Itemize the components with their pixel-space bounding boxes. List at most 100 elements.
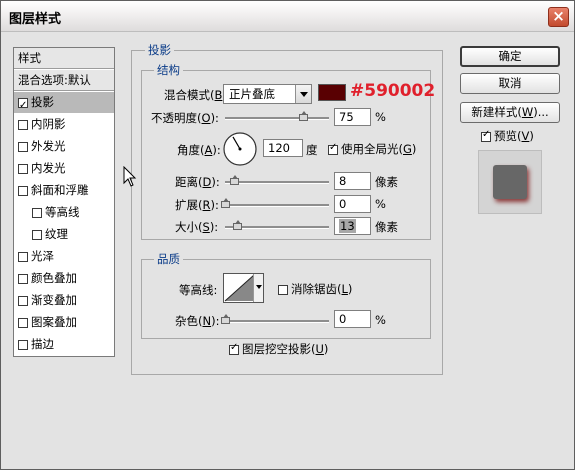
style-item-label: 内发光 bbox=[31, 161, 66, 175]
style-item-checkbox[interactable] bbox=[18, 142, 28, 152]
size-input[interactable]: 13 bbox=[334, 217, 371, 235]
contour-picker[interactable] bbox=[223, 273, 264, 303]
layer-style-dialog: 图层样式 × 样式 混合选项:默认 投影内阴影外发光内发光斜面和浮雕等高线纹理光… bbox=[0, 0, 575, 470]
dialog-title: 图层样式 bbox=[9, 12, 62, 27]
close-button[interactable]: × bbox=[548, 7, 569, 27]
style-item-label: 光泽 bbox=[31, 249, 54, 263]
style-item-label: 外发光 bbox=[31, 139, 66, 153]
use-global-light-check[interactable] bbox=[328, 142, 338, 155]
style-item[interactable]: 内阴影 bbox=[14, 114, 114, 135]
style-item[interactable]: 斜面和浮雕 bbox=[14, 180, 114, 201]
mouse-cursor-icon bbox=[123, 166, 137, 187]
size-unit: 像素 bbox=[375, 220, 398, 234]
angle-dial[interactable] bbox=[222, 131, 258, 167]
spread-unit: % bbox=[375, 197, 386, 211]
spread-slider-thumb[interactable] bbox=[221, 198, 230, 208]
contour-dropdown-arrow[interactable] bbox=[253, 274, 263, 302]
style-item-checkbox[interactable] bbox=[18, 274, 28, 284]
cancel-button[interactable]: 取消 bbox=[460, 73, 560, 94]
spread-slider-track[interactable] bbox=[225, 204, 329, 207]
angle-label: 角度(A): bbox=[177, 143, 221, 157]
new-style-button[interactable]: 新建样式(W)... bbox=[460, 102, 560, 123]
style-item-label: 内阴影 bbox=[31, 117, 66, 131]
noise-slider-thumb[interactable] bbox=[221, 314, 230, 324]
size-slider-thumb[interactable] bbox=[233, 220, 242, 230]
opacity-slider-track[interactable] bbox=[225, 117, 329, 120]
noise-slider-track[interactable] bbox=[225, 320, 329, 323]
blend-mode-label: 混合模式(B): bbox=[164, 88, 231, 102]
blending-options-item[interactable]: 混合选项:默认 bbox=[14, 70, 114, 91]
style-item-checkbox[interactable] bbox=[18, 296, 28, 306]
style-item-checkbox[interactable] bbox=[18, 318, 28, 328]
style-item-label: 描边 bbox=[31, 337, 54, 351]
size-label: 大小(S): bbox=[175, 220, 219, 234]
blend-mode-select[interactable]: 正片叠底 bbox=[223, 84, 312, 104]
distance-unit: 像素 bbox=[375, 175, 398, 189]
distance-slider-thumb[interactable] bbox=[230, 175, 239, 185]
style-item-label: 纹理 bbox=[45, 227, 68, 241]
style-item-checkbox[interactable] bbox=[18, 120, 28, 130]
style-item-label: 颜色叠加 bbox=[31, 271, 77, 285]
shadow-color-hex: #590002 bbox=[350, 81, 436, 101]
distance-label: 距离(D): bbox=[175, 175, 220, 189]
style-item[interactable]: 描边 bbox=[14, 334, 114, 355]
angle-input[interactable]: 120 bbox=[263, 139, 303, 157]
contour-label: 等高线: bbox=[179, 283, 218, 297]
style-item[interactable]: 纹理 bbox=[14, 224, 114, 245]
layer-knockout-checkbox[interactable]: 图层挖空投影(U) bbox=[229, 341, 328, 357]
style-item-checkbox[interactable] bbox=[32, 208, 42, 218]
style-item-label: 斜面和浮雕 bbox=[31, 183, 89, 197]
preview-check[interactable] bbox=[481, 129, 491, 142]
styles-list: 样式 混合选项:默认 投影内阴影外发光内发光斜面和浮雕等高线纹理光泽颜色叠加渐变… bbox=[13, 47, 115, 357]
shadow-color-swatch[interactable] bbox=[318, 84, 346, 101]
drop-shadow-title: 投影 bbox=[145, 42, 174, 58]
style-item-checkbox[interactable] bbox=[32, 230, 42, 240]
blend-mode-value: 正片叠底 bbox=[229, 87, 275, 101]
anti-alias-check[interactable] bbox=[278, 285, 288, 295]
anti-alias-checkbox[interactable]: 消除锯齿(L) bbox=[278, 281, 352, 297]
style-item-checkbox[interactable] bbox=[18, 164, 28, 174]
style-item[interactable]: 外发光 bbox=[14, 136, 114, 157]
spread-label: 扩展(R): bbox=[175, 198, 219, 212]
use-global-light-checkbox[interactable]: 使用全局光(G) bbox=[328, 141, 416, 157]
style-item-checkbox[interactable] bbox=[18, 340, 28, 350]
distance-input[interactable]: 8 bbox=[334, 172, 371, 190]
noise-unit: % bbox=[375, 313, 386, 327]
opacity-label: 不透明度(O): bbox=[151, 111, 219, 125]
style-item[interactable]: 图案叠加 bbox=[14, 312, 114, 333]
preview-swatch bbox=[493, 165, 527, 199]
style-item[interactable]: 等高线 bbox=[14, 202, 114, 223]
structure-title: 结构 bbox=[154, 62, 183, 78]
opacity-unit: % bbox=[375, 110, 386, 124]
style-item[interactable]: 内发光 bbox=[14, 158, 114, 179]
opacity-slider-thumb[interactable] bbox=[299, 111, 308, 121]
chevron-down-icon bbox=[256, 285, 262, 289]
preview-checkbox[interactable]: 预览(V) bbox=[481, 128, 534, 144]
noise-label: 杂色(N): bbox=[175, 314, 220, 328]
style-item-label: 图案叠加 bbox=[31, 315, 77, 329]
style-item-label: 等高线 bbox=[45, 205, 80, 219]
style-item[interactable]: 颜色叠加 bbox=[14, 268, 114, 289]
style-item-label: 渐变叠加 bbox=[31, 293, 77, 307]
quality-title: 品质 bbox=[154, 251, 183, 267]
style-item[interactable]: 渐变叠加 bbox=[14, 290, 114, 311]
noise-input[interactable]: 0 bbox=[334, 310, 371, 328]
opacity-input[interactable]: 75 bbox=[334, 108, 371, 126]
contour-preview-icon bbox=[224, 274, 255, 302]
style-item[interactable]: 光泽 bbox=[14, 246, 114, 267]
preview-thumbnail bbox=[478, 150, 542, 214]
layer-knockout-check[interactable] bbox=[229, 342, 239, 355]
style-item-checkbox[interactable] bbox=[18, 252, 28, 262]
style-item-checkbox[interactable] bbox=[18, 95, 28, 116]
title-bar[interactable]: 图层样式 × bbox=[1, 1, 574, 32]
styles-list-header[interactable]: 样式 bbox=[14, 48, 114, 69]
size-value: 13 bbox=[339, 219, 356, 233]
style-item-checkbox[interactable] bbox=[18, 186, 28, 196]
close-icon: × bbox=[552, 7, 565, 25]
distance-slider-track[interactable] bbox=[225, 181, 329, 184]
angle-unit: 度 bbox=[306, 143, 318, 157]
ok-button[interactable]: 确定 bbox=[460, 46, 560, 67]
style-item[interactable]: 投影 bbox=[14, 92, 114, 116]
chevron-down-icon bbox=[295, 85, 311, 103]
spread-input[interactable]: 0 bbox=[334, 195, 371, 213]
